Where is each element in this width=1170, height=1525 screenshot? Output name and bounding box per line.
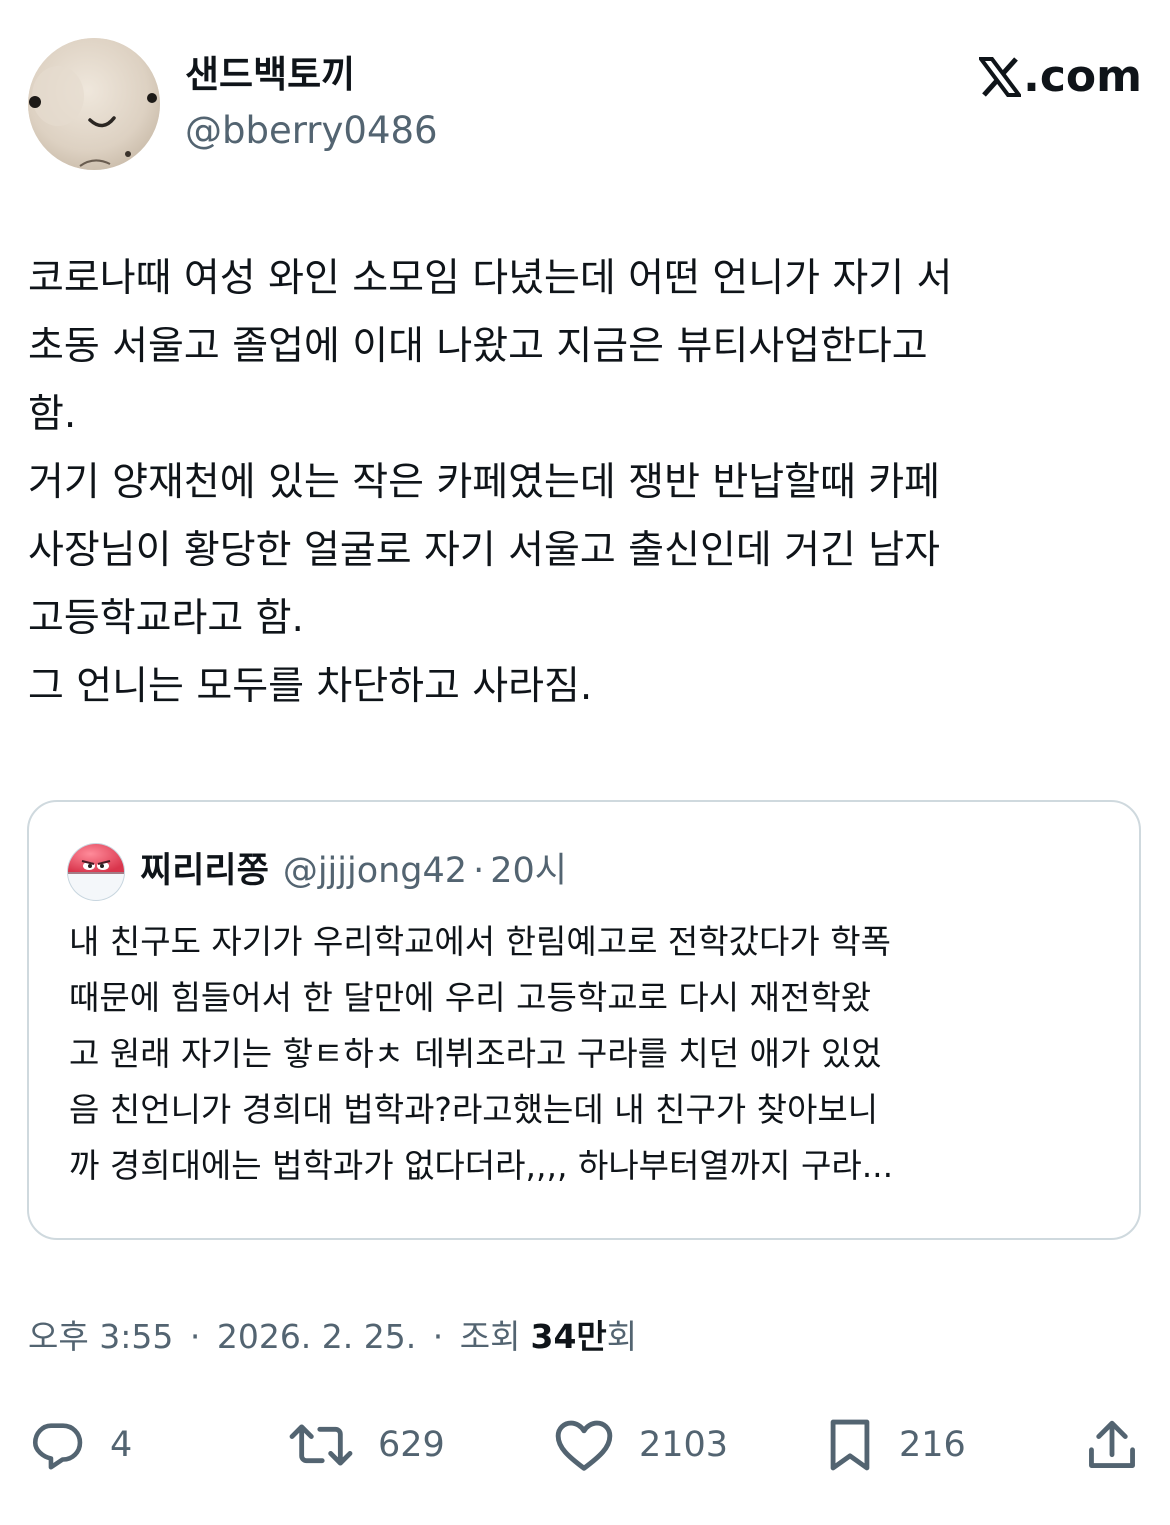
reply-button[interactable]: 4	[28, 1405, 132, 1485]
author-handle[interactable]: @bberry0486	[185, 108, 438, 154]
action-bar: 4 629 2103 216	[0, 1405, 1170, 1485]
quoted-tweet-time[interactable]: 20시	[490, 846, 567, 896]
quoted-text-line: 때문에 힘들어서 한 달만에 우리 고등학교로 다시 재전학왔	[69, 978, 872, 1017]
like-button[interactable]: 2103	[553, 1405, 728, 1485]
bookmark-button[interactable]: 216	[825, 1405, 966, 1485]
bookmark-icon	[830, 1419, 870, 1471]
profile-photo-icon[interactable]	[28, 38, 160, 170]
tweet-timestamp: 오후 3:55 · 2026. 2. 25. · 조회 34만회	[28, 1312, 637, 1362]
meta-separator: ·	[189, 1317, 201, 1356]
brand-domain-label: .com	[1023, 51, 1142, 102]
quoted-text-line: 까 경희대에는 법학과가 없다더라,,,, 하나부터열까지 구라...	[69, 1146, 894, 1185]
views-count: 34만	[530, 1317, 607, 1356]
retweet-button[interactable]: 629	[288, 1405, 445, 1485]
quoted-text-line: 내 친구도 자기가 우리학교에서 한림예고로 전학갔다가 학폭	[69, 922, 891, 961]
quoted-text-line: 음 친언니가 경희대 법학과?라고했는데 내 친구가 찾아보니	[69, 1090, 879, 1129]
quoted-tweet-card[interactable]: 찌리리쫑 @jjjjong42 · 20시 내 친구도 자기가 우리학교에서 한…	[27, 800, 1141, 1240]
tweet-text-line: 함.	[28, 392, 77, 437]
tweet-text-line: 사장님이 황당한 얼굴로 자기 서울고 출신인데 거긴 남자	[28, 528, 941, 573]
tweet-time[interactable]: 오후 3:55	[28, 1317, 173, 1356]
bookmark-count: 216	[899, 1425, 966, 1465]
quoted-tweet-text: 내 친구도 자기가 우리학교에서 한림예고로 전학갔다가 학폭 때문에 힘들어서…	[69, 914, 1119, 1194]
reply-count: 4	[110, 1425, 133, 1465]
views-label: 조회	[459, 1317, 521, 1356]
tweet-date[interactable]: 2026. 2. 25.	[217, 1317, 416, 1356]
reply-icon	[32, 1423, 83, 1470]
share-button[interactable]	[1085, 1405, 1139, 1485]
tweet-text-line: 고등학교라고 함.	[28, 596, 304, 641]
tweet-text-line: 코로나때 여성 와인 소모임 다녔는데 어떤 언니가 자기 서	[28, 256, 953, 301]
quoted-tweet-meta: 찌리리쫑 @jjjjong42 · 20시	[140, 846, 567, 896]
author-display-name[interactable]: 샌드백토끼	[185, 52, 355, 98]
tweet-text-line: 거기 양재천에 있는 작은 카페였는데 쟁반 반납할때 카페	[28, 460, 941, 505]
x-logo-icon	[979, 57, 1022, 97]
tweet-text-line: 초동 서울고 졸업에 이대 나왔고 지금은 뷰티사업한다고	[28, 324, 928, 369]
heart-icon	[555, 1420, 613, 1471]
meta-separator: ·	[473, 851, 485, 891]
pokemon-ball-avatar-icon[interactable]	[66, 842, 126, 902]
tweet-text-line: 그 언니는 모두를 차단하고 사라짐.	[28, 664, 593, 709]
quoted-text-line: 고 원래 자기는 핳ㅌ하ㅊ 데뷔조라고 구라를 치던 애가 있었	[69, 1034, 882, 1073]
share-icon	[1089, 1420, 1135, 1468]
like-count: 2103	[639, 1425, 729, 1465]
brand-logo: .com	[979, 52, 1142, 102]
views-unit: 회	[606, 1317, 638, 1356]
tweet-header: 샌드백토끼 @bberry0486 .com	[28, 38, 1142, 172]
tweet-text: 코로나때 여성 와인 소모임 다녔는데 어떤 언니가 자기 서 초동 서울고 졸…	[28, 245, 1138, 721]
quoted-author-handle[interactable]: @jjjjong42	[283, 846, 467, 896]
retweet-count: 629	[378, 1425, 445, 1465]
quoted-author-name[interactable]: 찌리리쫑	[140, 846, 269, 896]
retweet-icon	[289, 1424, 353, 1466]
meta-separator: ·	[432, 1317, 444, 1356]
